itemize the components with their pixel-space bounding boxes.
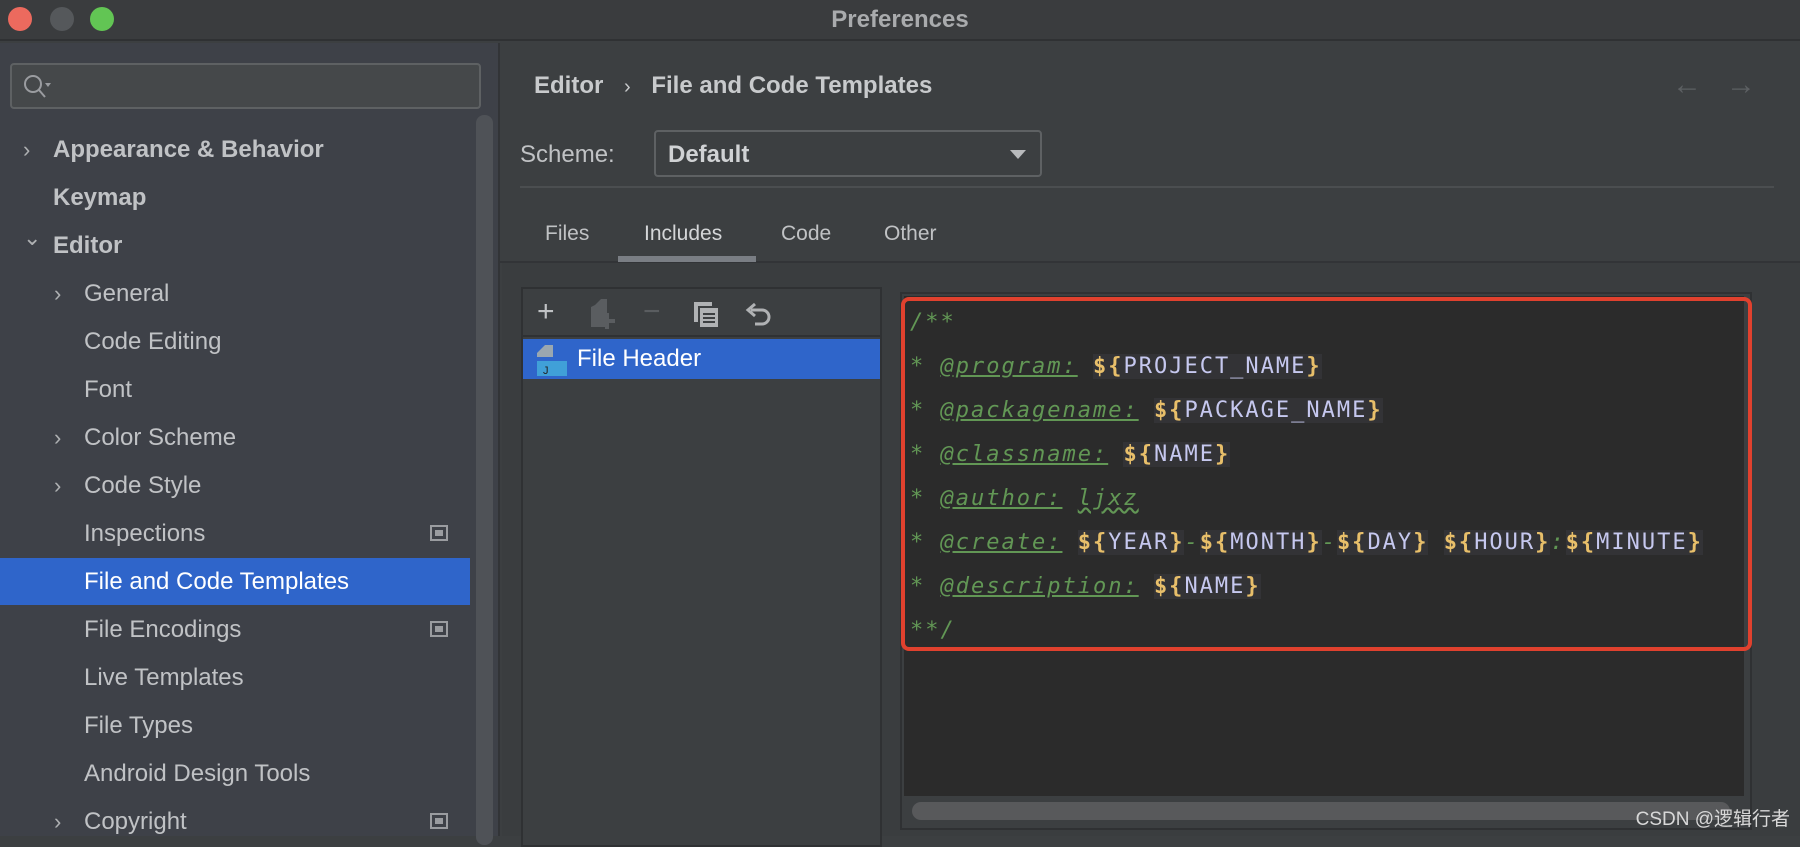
breadcrumb-parent[interactable]: Editor [534, 72, 603, 99]
title-bar: Preferences [0, 0, 1800, 41]
sidebar-item-label: Inspections [84, 520, 206, 547]
sidebar-item-label: Editor [53, 232, 123, 259]
chevron-right-icon[interactable]: › [54, 462, 61, 509]
sidebar-item-label: Keymap [53, 184, 147, 211]
sidebar-item-file-and-code-templates[interactable]: File and Code Templates [0, 558, 470, 605]
sidebar-item-live-templates[interactable]: Live Templates [0, 654, 470, 701]
highlight-annotation-box [901, 297, 1752, 651]
search-icon [24, 75, 51, 98]
sidebar-item-label: Appearance & Behavior [53, 136, 324, 163]
forward-arrow-icon[interactable]: → [1726, 68, 1756, 102]
sidebar-item-label: Live Templates [84, 664, 244, 691]
sidebar-item-label: Android Design Tools [84, 760, 311, 787]
list-item[interactable]: J File Header [523, 339, 880, 379]
sidebar-item-copyright[interactable]: › Copyright [0, 798, 470, 845]
sidebar-item-label: Code Editing [84, 328, 222, 355]
sidebar-item-appearance-behavior[interactable]: › Appearance & Behavior [0, 126, 470, 173]
tab-files[interactable]: Files [545, 222, 589, 246]
sidebar-item-font[interactable]: Font [0, 366, 470, 413]
sidebar-item-code-editing[interactable]: Code Editing [0, 318, 470, 365]
list-item-label: File Header [577, 345, 702, 372]
list-toolbar: + − [523, 289, 880, 337]
copy-add-icon[interactable] [589, 299, 619, 331]
horizontal-scrollbar[interactable] [912, 802, 1730, 820]
chevron-right-icon[interactable]: › [54, 798, 61, 845]
project-scope-icon [430, 621, 448, 637]
sidebar-item-android-design-tools[interactable]: Android Design Tools [0, 750, 470, 797]
tab-other[interactable]: Other [884, 222, 937, 246]
plus-icon[interactable]: + [537, 295, 555, 329]
duplicate-icon[interactable] [693, 301, 721, 329]
java-file-icon: J [537, 345, 567, 377]
chevron-right-icon[interactable]: › [23, 126, 30, 173]
sidebar-item-inspections[interactable]: Inspections [0, 510, 470, 557]
scheme-dropdown[interactable]: Default [654, 130, 1042, 177]
sidebar-item-label: File Encodings [84, 616, 242, 643]
sidebar-item-file-encodings[interactable]: File Encodings [0, 606, 470, 653]
sidebar-item-keymap[interactable]: Keymap [0, 174, 470, 221]
sidebar-item-label: General [84, 280, 170, 307]
search-input[interactable] [10, 63, 481, 109]
sidebar-item-label: Font [84, 376, 133, 403]
sidebar-item-label: File Types [84, 712, 193, 739]
sidebar-item-editor[interactable]: ⌄ Editor [0, 222, 470, 269]
undo-icon[interactable] [745, 301, 775, 329]
project-scope-icon [430, 525, 448, 541]
project-scope-icon [430, 813, 448, 829]
tab-includes[interactable]: Includes [644, 222, 722, 246]
back-arrow-icon[interactable]: ← [1672, 68, 1702, 102]
sidebar-scrollbar[interactable] [476, 115, 493, 845]
sidebar-item-label: Code Style [84, 472, 202, 499]
sidebar-item-file-types[interactable]: File Types [0, 702, 470, 749]
scheme-value: Default [668, 141, 750, 168]
tab-code[interactable]: Code [781, 222, 831, 246]
scheme-label: Scheme: [520, 141, 615, 168]
chevron-down-icon[interactable]: ⌄ [23, 214, 41, 261]
divider [520, 186, 1774, 188]
chevron-right-icon[interactable]: › [54, 414, 61, 461]
sidebar-item-color-scheme[interactable]: › Color Scheme [0, 414, 470, 461]
chevron-down-icon [1010, 150, 1026, 159]
sidebar-item-general[interactable]: › General [0, 270, 470, 317]
breadcrumb-separator: › [624, 76, 631, 98]
window-title: Preferences [831, 6, 969, 33]
sidebar-item-label: Copyright [84, 808, 187, 835]
template-list-panel: + − J File Header [521, 287, 882, 847]
minus-icon[interactable]: − [643, 295, 661, 329]
watermark: CSDN @逻辑行者 [1635, 809, 1790, 830]
sidebar-item-code-style[interactable]: › Code Style [0, 462, 470, 509]
sidebar-item-label: File and Code Templates [84, 568, 350, 595]
breadcrumb-current: File and Code Templates [651, 72, 933, 99]
sidebar-item-label: Color Scheme [84, 424, 237, 451]
active-tab-indicator [618, 256, 756, 262]
sidebar: › Appearance & Behavior Keymap ⌄ Editor › Gene… [0, 43, 500, 845]
svg-text:J: J [543, 365, 549, 377]
chevron-right-icon[interactable]: › [54, 270, 61, 317]
breadcrumb: Editor › File and Code Templates [534, 72, 932, 100]
